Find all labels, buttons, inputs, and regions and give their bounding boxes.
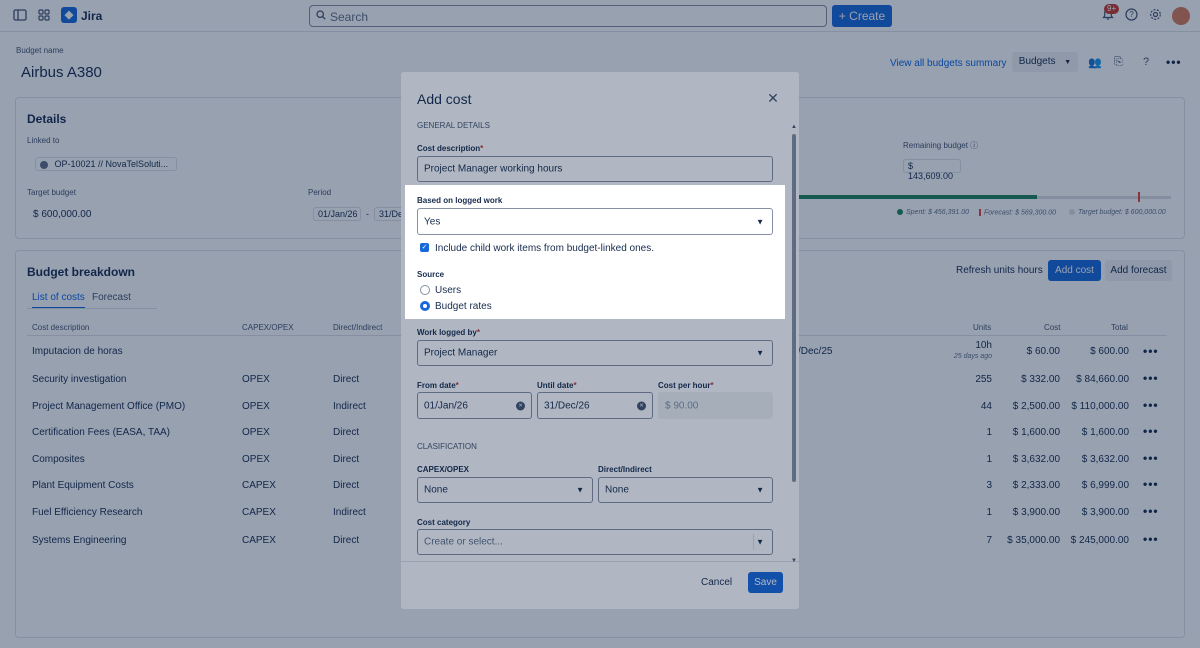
from-date-label-text: From date	[417, 381, 456, 390]
from-date-input[interactable]: 01/Jan/26 ×	[417, 392, 532, 419]
source-label: Source	[417, 270, 445, 279]
from-date-value: 01/Jan/26	[424, 400, 468, 411]
source-budget-rates-radio[interactable]	[420, 301, 430, 311]
combobox-divider	[753, 534, 754, 550]
general-details-heading: General details	[417, 121, 490, 130]
until-date-input[interactable]: 31/Dec/26 ×	[537, 392, 653, 419]
cost-category-placeholder: Create or select...	[424, 536, 503, 548]
capex-opex-value: None	[424, 484, 448, 496]
required-mark: *	[476, 328, 480, 337]
scroll-down-icon[interactable]: ▼	[791, 558, 797, 564]
cost-per-hour-input: $ 90.00	[658, 392, 773, 419]
scroll-up-icon[interactable]: ▲	[791, 124, 797, 130]
source-budget-rates-label[interactable]: Budget rates	[435, 301, 492, 312]
cost-description-label: Cost description*	[417, 144, 483, 153]
add-cost-modal: Add cost ✕ General details Cost descript…	[401, 72, 799, 609]
source-users-label[interactable]: Users	[435, 285, 461, 296]
based-on-logged-work-value: Yes	[424, 216, 441, 227]
work-logged-by-select[interactable]: Project Manager ▼	[417, 340, 773, 366]
capex-opex-select[interactable]: None ▼	[417, 477, 593, 503]
close-icon[interactable]: ✕	[765, 90, 781, 107]
work-logged-by-label-text: Work logged by	[417, 328, 477, 337]
work-logged-by-value: Project Manager	[424, 347, 498, 359]
required-mark: *	[710, 381, 714, 390]
chevron-down-icon: ▼	[576, 485, 584, 495]
work-logged-by-label: Work logged by*	[417, 328, 480, 337]
required-mark: *	[455, 381, 459, 390]
include-child-checkbox[interactable]: ✓	[420, 243, 429, 252]
from-date-label: From date*	[417, 381, 459, 390]
modal-title: Add cost	[417, 91, 472, 107]
until-date-value: 31/Dec/26	[544, 400, 590, 411]
chevron-down-icon: ▼	[756, 348, 764, 358]
based-on-logged-work-label: Based on logged work	[417, 196, 503, 205]
required-mark: *	[480, 144, 484, 153]
include-child-label[interactable]: Include child work items from budget-lin…	[435, 243, 654, 254]
modal-scrollbar[interactable]: ▲ ▼	[791, 124, 797, 564]
source-users-radio[interactable]	[420, 285, 430, 295]
clasification-heading: Clasification	[417, 442, 477, 451]
direct-indirect-label: Direct/Indirect	[598, 465, 652, 474]
clear-icon[interactable]: ×	[516, 401, 525, 410]
based-on-logged-work-select[interactable]: Yes ▼	[417, 208, 773, 235]
cost-category-combobox[interactable]: Create or select... ▼	[417, 529, 773, 555]
cost-description-value: Project Manager working hours	[424, 163, 563, 175]
chevron-down-icon: ▼	[756, 217, 764, 226]
clear-icon[interactable]: ×	[637, 401, 646, 410]
chevron-down-icon: ▼	[756, 485, 764, 495]
required-mark: *	[573, 381, 577, 390]
cost-category-label: Cost category	[417, 518, 471, 527]
cost-per-hour-value: $ 90.00	[665, 400, 699, 411]
cost-per-hour-label-text: Cost per hour	[658, 381, 711, 390]
until-date-label: Until date*	[537, 381, 577, 390]
direct-indirect-value: None	[605, 484, 629, 496]
capex-opex-label: CAPEX/OPEX	[417, 465, 470, 474]
chevron-down-icon[interactable]: ▼	[756, 538, 764, 547]
scroll-thumb[interactable]	[792, 134, 796, 482]
cost-per-hour-label: Cost per hour*	[658, 381, 714, 390]
footer-divider	[401, 561, 799, 562]
until-date-label-text: Until date	[537, 381, 574, 390]
cost-description-input[interactable]: Project Manager working hours	[417, 156, 773, 182]
cost-description-label-text: Cost description	[417, 144, 481, 153]
highlighted-section: Based on logged work Yes ▼ ✓ Include chi…	[405, 185, 785, 319]
cancel-button[interactable]: Cancel	[701, 577, 732, 588]
save-button[interactable]: Save	[748, 572, 783, 593]
direct-indirect-select[interactable]: None ▼	[598, 477, 773, 503]
